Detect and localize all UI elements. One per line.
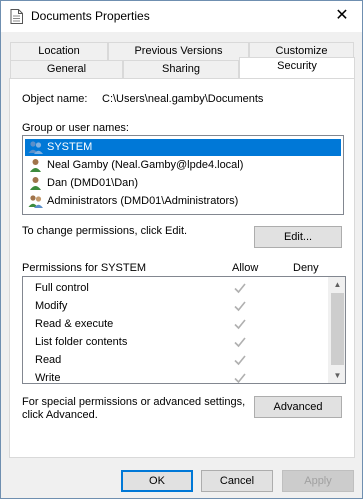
list-item-neal-gamby[interactable]: Neal Gamby (Neal.Gamby@lpde4.local) — [25, 157, 341, 174]
permission-row-read: Read — [23, 351, 329, 369]
scroll-down-icon[interactable]: ▼ — [329, 368, 345, 383]
user-list[interactable]: SYSTEM Neal Gamby (Neal.Gamby@lpde4.loca… — [22, 135, 344, 215]
change-permissions-text: To change permissions, click Edit. — [22, 225, 188, 237]
check-icon — [234, 319, 246, 330]
check-icon — [234, 283, 246, 294]
list-item-dan[interactable]: Dan (DMD01\Dan) — [25, 175, 341, 192]
user-icon — [30, 159, 41, 172]
ok-button[interactable]: OK — [121, 470, 193, 492]
cancel-button[interactable]: Cancel — [201, 470, 273, 492]
permission-row-full-control: Full control — [23, 279, 329, 297]
security-panel: Object name: C:\Users\neal.gamby\Documen… — [9, 78, 355, 458]
group-icon — [28, 195, 43, 208]
apply-button[interactable]: Apply — [282, 470, 354, 492]
allow-header: Allow — [232, 262, 259, 274]
permission-name: Modify — [35, 300, 68, 312]
object-name-value: C:\Users\neal.gamby\Documents — [102, 93, 264, 105]
list-item-label: SYSTEM — [47, 141, 93, 153]
special-permissions-text: For special permissions or advanced sett… — [22, 396, 246, 408]
group-names-label: Group or user names: — [22, 122, 129, 134]
check-icon — [234, 355, 246, 366]
permission-name: Read — [35, 354, 62, 366]
tab-general[interactable]: General — [10, 60, 123, 78]
document-icon — [10, 9, 23, 24]
permission-row-modify: Modify — [23, 297, 329, 315]
tab-location[interactable]: Location — [10, 42, 108, 60]
list-item-system[interactable]: SYSTEM — [25, 139, 341, 156]
object-name-label: Object name: — [22, 93, 88, 105]
permission-row-list-folder: List folder contents — [23, 333, 329, 351]
click-advanced-text: click Advanced. — [22, 409, 98, 421]
check-icon — [234, 301, 246, 312]
group-icon — [28, 141, 43, 154]
check-icon — [234, 337, 246, 348]
list-item-administrators[interactable]: Administrators (DMD01\Administrators) — [25, 193, 341, 210]
advanced-button[interactable]: Advanced — [254, 396, 342, 418]
permission-name: Read & execute — [35, 318, 114, 330]
permission-name: Write — [35, 372, 61, 384]
title-bar[interactable]: Documents Properties ✕ — [1, 1, 362, 32]
tab-security[interactable]: Security — [239, 57, 355, 78]
close-icon[interactable]: ✕ — [330, 5, 354, 27]
tab-sharing[interactable]: Sharing — [123, 60, 239, 78]
edit-button[interactable]: Edit... — [254, 226, 342, 248]
permissions-header: Permissions for SYSTEM — [22, 262, 147, 274]
list-item-label: Dan (DMD01\Dan) — [47, 177, 139, 189]
list-item-label: Neal Gamby (Neal.Gamby@lpde4.local) — [47, 159, 244, 171]
scroll-up-icon[interactable]: ▲ — [329, 277, 345, 292]
window-title: Documents Properties — [31, 9, 150, 23]
permission-row-read-execute: Read & execute — [23, 315, 329, 333]
scroll-thumb[interactable] — [331, 293, 344, 365]
permission-name: List folder contents — [35, 336, 128, 348]
tab-previous-versions[interactable]: Previous Versions — [108, 42, 249, 60]
check-icon — [234, 373, 246, 383]
list-item-label: Administrators (DMD01\Administrators) — [47, 195, 239, 207]
properties-dialog: Documents Properties ✕ Location Previous… — [0, 0, 363, 499]
permission-row-write: Write — [23, 369, 329, 384]
deny-header: Deny — [293, 262, 319, 274]
permissions-scrollbar[interactable]: ▲ ▼ — [328, 277, 345, 383]
permissions-list[interactable]: Full control Modify Read & execute List … — [22, 276, 346, 384]
user-icon — [30, 177, 41, 190]
permission-name: Full control — [35, 282, 89, 294]
